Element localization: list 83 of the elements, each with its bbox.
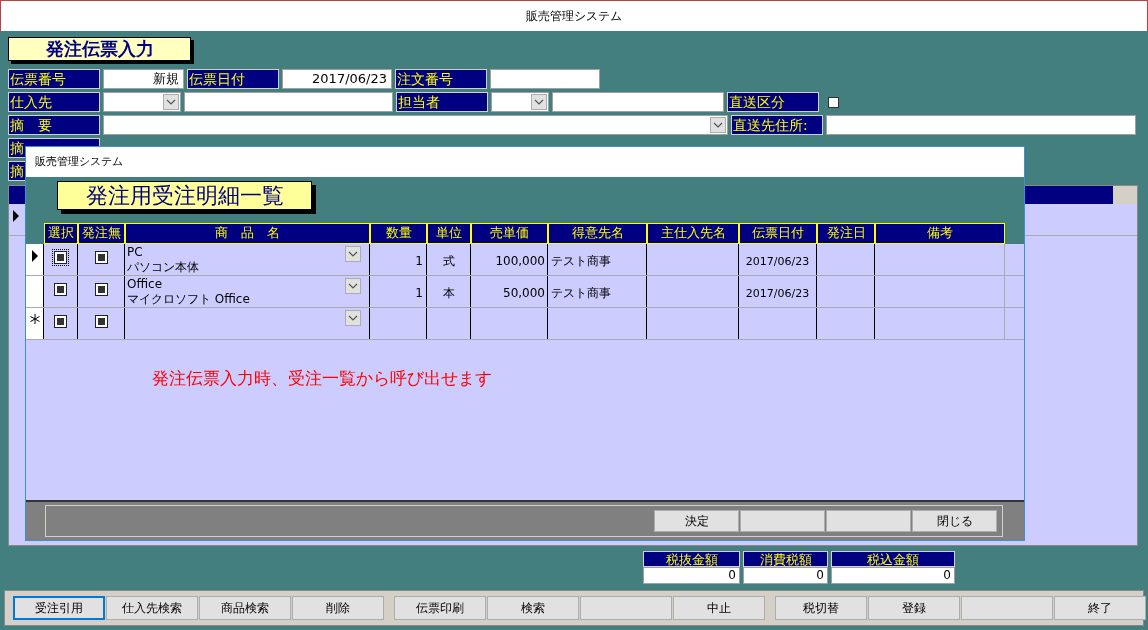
product-code: Office — [127, 277, 164, 292]
dropdown-icon[interactable] — [345, 278, 361, 294]
total-value: 0 — [643, 567, 740, 584]
input-field[interactable] — [552, 92, 724, 112]
column-header: 売単価 — [471, 223, 548, 244]
row-selector[interactable] — [26, 308, 44, 339]
toolbar-button[interactable]: 検索 — [487, 596, 579, 620]
column-header: 備考 — [875, 223, 1005, 244]
product-code: PC — [127, 245, 144, 260]
table-cell: テスト商事 — [551, 286, 611, 300]
current-row-icon — [30, 250, 39, 262]
column-header: 主仕入先名 — [647, 223, 739, 244]
input-field[interactable] — [826, 115, 1136, 135]
table-cell: 1 — [415, 254, 423, 268]
table-cell: テスト商事 — [551, 254, 611, 268]
combo-box[interactable] — [103, 92, 181, 112]
input-field[interactable] — [184, 92, 393, 112]
toolbar-button[interactable]: 伝票印刷 — [394, 596, 486, 620]
column-header: 発注日 — [817, 223, 875, 244]
dropdown-icon[interactable] — [531, 94, 547, 110]
total-value: 0 — [831, 567, 955, 584]
field-label: 直送先住所: — [731, 115, 823, 135]
combo-box[interactable] — [103, 115, 728, 135]
input-field[interactable]: 新規 — [103, 69, 184, 89]
total-label: 税込金額 — [831, 551, 955, 567]
toolbar-button[interactable]: 終了 — [1054, 596, 1146, 620]
column-header: 商 品 名 — [125, 223, 370, 244]
current-row-icon — [12, 210, 20, 222]
toolbar-button[interactable]: 削除 — [292, 596, 384, 620]
product-name: パソコン本体 — [127, 260, 200, 275]
input-field[interactable] — [490, 69, 600, 89]
combo-box[interactable] — [491, 92, 549, 112]
hint-message: 発注伝票入力時、受注一覧から呼び出せます — [152, 368, 492, 388]
field-label: 担当者 — [396, 92, 488, 112]
column-header: 選択 — [44, 223, 78, 244]
column-header: 得意先名 — [548, 223, 647, 244]
table-cell: 1 — [415, 286, 423, 300]
grid-corner — [1113, 186, 1137, 204]
toolbar-button[interactable]: 税切替 — [775, 596, 867, 620]
field-label: 伝票番号 — [8, 69, 100, 89]
window-title: 販売管理システム — [526, 8, 622, 25]
dialog-button[interactable]: 閉じる — [912, 510, 997, 532]
dialog-button[interactable]: 決定 — [654, 510, 739, 532]
column-header: 伝票日付 — [739, 223, 817, 244]
dropdown-icon[interactable] — [345, 246, 361, 262]
column-header: 発注無 — [78, 223, 125, 244]
toolbar-button[interactable]: 商品検索 — [199, 596, 291, 620]
field-label: 注文番号 — [395, 69, 487, 89]
total-label: 消費税額 — [743, 551, 828, 567]
dropdown-icon[interactable] — [710, 117, 726, 133]
checkbox[interactable] — [828, 97, 839, 108]
checkbox[interactable] — [92, 281, 110, 298]
checkbox[interactable] — [92, 249, 110, 266]
form-title: 発注伝票入力 — [8, 37, 191, 61]
dropdown-icon[interactable] — [345, 310, 361, 326]
toolbar-button[interactable]: 登録 — [868, 596, 960, 620]
total-label: 税抜金額 — [643, 551, 740, 567]
field-label: 仕入先 — [8, 92, 100, 112]
dropdown-icon[interactable] — [163, 94, 179, 110]
table-cell: 2017/06/23 — [745, 287, 810, 300]
column-header: 単位 — [427, 223, 471, 244]
table-cell: 式 — [442, 254, 455, 268]
toolbar-button[interactable]: 中止 — [673, 596, 765, 620]
row-selector[interactable] — [26, 244, 44, 275]
table-cell: 50,000 — [503, 286, 545, 300]
table-cell: 本 — [442, 286, 455, 300]
product-name: マイクロソフト Office — [127, 292, 251, 307]
row-selector[interactable] — [26, 276, 44, 307]
checkbox[interactable] — [52, 249, 69, 266]
checkbox[interactable] — [52, 281, 69, 298]
field-label: 直送区分 — [727, 92, 819, 112]
input-field[interactable]: 2017/06/23 — [282, 69, 392, 89]
new-row-icon — [29, 314, 40, 324]
table-cell: 100,000 — [495, 254, 545, 268]
table-cell: 2017/06/23 — [745, 255, 810, 268]
toolbar-button[interactable]: 仕入先検索 — [106, 596, 198, 620]
column-header: 数量 — [370, 223, 427, 244]
checkbox[interactable] — [92, 313, 110, 330]
toolbar-button[interactable]: 受注引用 — [13, 596, 105, 620]
field-label: 摘 要 — [8, 115, 100, 135]
total-value: 0 — [743, 567, 828, 584]
checkbox[interactable] — [52, 313, 69, 330]
field-label: 伝票日付 — [187, 69, 279, 89]
